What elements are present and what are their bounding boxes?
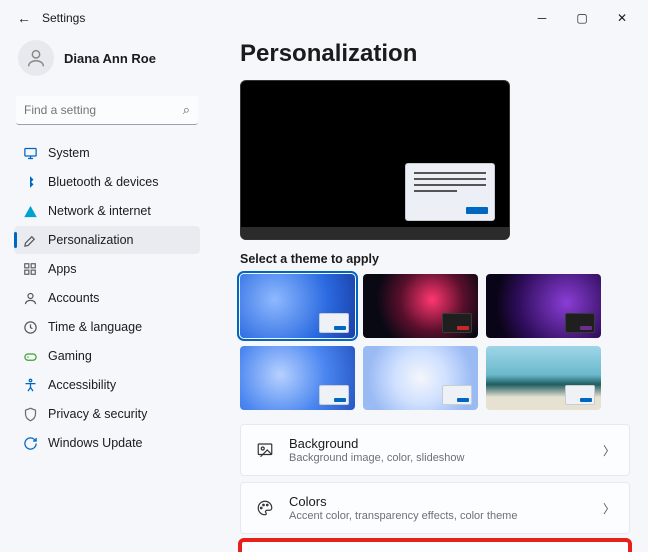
search-icon: ⌕: [183, 102, 190, 118]
search-box[interactable]: ⌕: [16, 96, 198, 125]
nav-label: Accessibility: [48, 378, 116, 392]
theme-chip: [565, 313, 595, 333]
avatar: [18, 40, 54, 76]
gaming-icon: [22, 348, 38, 364]
theme-glow[interactable]: [486, 274, 601, 338]
nav-item-wifi[interactable]: Network & internet: [14, 197, 200, 225]
profile[interactable]: Diana Ann Roe: [14, 36, 200, 90]
titlebar: ← Settings ─ ▢ ✕: [0, 0, 648, 36]
nav-label: Time & language: [48, 320, 142, 334]
brush-icon: [22, 232, 38, 248]
settings-list: Background Background image, color, slid…: [240, 424, 630, 552]
row-title: Colors: [289, 494, 589, 509]
nav-label: System: [48, 146, 90, 160]
wifi-icon: [22, 203, 38, 219]
nav-label: Windows Update: [48, 436, 143, 450]
desktop-preview: [240, 80, 510, 240]
theme-chip: [319, 313, 349, 333]
accounts-icon: [22, 290, 38, 306]
setting-row-themes[interactable]: Themes Install, create, manage 〉: [240, 540, 630, 552]
nav-item-privacy[interactable]: Privacy & security: [14, 400, 200, 428]
nav-item-time[interactable]: Time & language: [14, 313, 200, 341]
row-subtitle: Background image, color, slideshow: [289, 452, 589, 464]
close-button[interactable]: ✕: [602, 4, 642, 32]
nav-item-accessibility[interactable]: Accessibility: [14, 371, 200, 399]
row-texts: Background Background image, color, slid…: [289, 436, 589, 464]
nav-label: Gaming: [48, 349, 92, 363]
theme-chip: [442, 385, 472, 405]
sidebar: Diana Ann Roe ⌕ System Bluetooth & device…: [0, 36, 210, 552]
nav-item-system[interactable]: System: [14, 139, 200, 167]
system-icon: [22, 145, 38, 161]
background-icon: [255, 440, 275, 460]
nav-item-brush[interactable]: Personalization: [14, 226, 200, 254]
theme-chip: [565, 385, 595, 405]
main-content: Personalization Select a theme to apply …: [210, 36, 648, 552]
user-name: Diana Ann Roe: [64, 51, 156, 66]
window-controls: ─ ▢ ✕: [522, 4, 642, 32]
theme-chip: [442, 313, 472, 333]
time-icon: [22, 319, 38, 335]
search-input[interactable]: [24, 103, 183, 117]
theme-flow[interactable]: [363, 346, 478, 410]
update-icon: [22, 435, 38, 451]
window-title: Settings: [42, 11, 85, 25]
accessibility-icon: [22, 377, 38, 393]
theme-bloom-blue[interactable]: [240, 346, 355, 410]
nav-label: Accounts: [48, 291, 99, 305]
colors-icon: [255, 498, 275, 518]
bluetooth-icon: [22, 174, 38, 190]
setting-row-colors[interactable]: Colors Accent color, transparency effect…: [240, 482, 630, 534]
nav-item-bluetooth[interactable]: Bluetooth & devices: [14, 168, 200, 196]
nav-list: System Bluetooth & devices Network & inter…: [14, 139, 200, 457]
nav-item-apps[interactable]: Apps: [14, 255, 200, 283]
nav-label: Personalization: [48, 233, 133, 247]
nav-item-accounts[interactable]: Accounts: [14, 284, 200, 312]
theme-grid: [240, 274, 610, 410]
setting-row-background[interactable]: Background Background image, color, slid…: [240, 424, 630, 476]
nav-item-gaming[interactable]: Gaming: [14, 342, 200, 370]
nav-label: Network & internet: [48, 204, 151, 218]
maximize-button[interactable]: ▢: [562, 4, 602, 32]
nav-label: Apps: [48, 262, 77, 276]
page-heading: Personalization: [240, 40, 630, 68]
nav-label: Bluetooth & devices: [48, 175, 159, 189]
back-button[interactable]: ←: [12, 10, 36, 26]
row-texts: Colors Accent color, transparency effect…: [289, 494, 589, 522]
theme-windows-dark[interactable]: [363, 274, 478, 338]
minimize-button[interactable]: ─: [522, 4, 562, 32]
chevron-right-icon: 〉: [603, 500, 615, 517]
preview-window: [405, 163, 495, 221]
preview-taskbar: [241, 227, 509, 239]
apps-icon: [22, 261, 38, 277]
nav-label: Privacy & security: [48, 407, 147, 421]
theme-windows-light[interactable]: [240, 274, 355, 338]
chevron-right-icon: 〉: [603, 442, 615, 459]
select-theme-label: Select a theme to apply: [240, 252, 630, 266]
privacy-icon: [22, 406, 38, 422]
row-title: Background: [289, 436, 589, 451]
row-subtitle: Accent color, transparency effects, colo…: [289, 510, 589, 522]
theme-chip: [319, 385, 349, 405]
theme-landscape[interactable]: [486, 346, 601, 410]
nav-item-update[interactable]: Windows Update: [14, 429, 200, 457]
